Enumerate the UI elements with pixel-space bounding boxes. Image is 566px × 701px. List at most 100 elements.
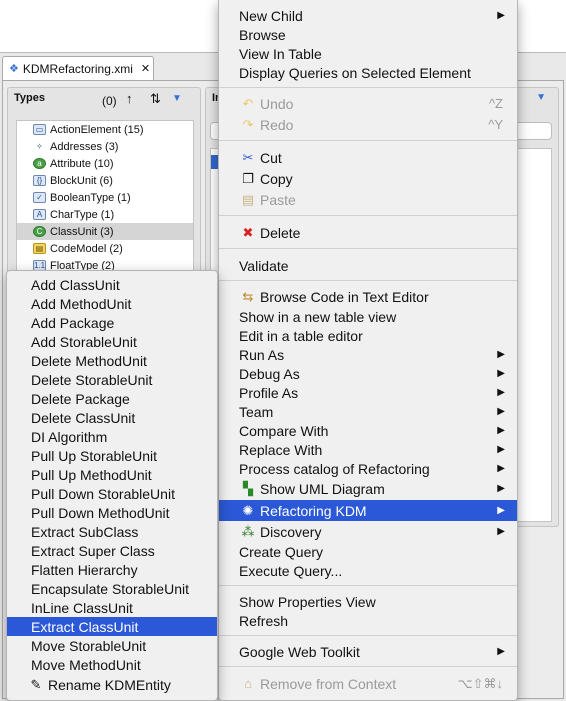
menu-item-browse[interactable]: Browse: [219, 25, 517, 44]
menu-separator: [219, 280, 517, 281]
undo-icon: ↶: [242, 95, 254, 111]
menu-item-label: Pull Up MethodUnit: [31, 466, 152, 483]
menu-item-profile-as[interactable]: Profile As ▶: [219, 383, 517, 402]
menu-item-browse-code[interactable]: ⇆ Browse Code in Text Editor: [219, 287, 517, 306]
menu-item-google-web-toolkit[interactable]: Google Web Toolkit ▶: [219, 642, 517, 661]
menu-item-refresh[interactable]: Refresh: [219, 611, 517, 630]
paste-icon: ▤: [241, 191, 255, 207]
submenu-item[interactable]: Add StorableUnit: [7, 332, 217, 351]
menu-item-label: Add Package: [31, 314, 115, 331]
submenu-item[interactable]: Encapsulate StorableUnit: [7, 579, 217, 598]
submenu-item-rename[interactable]: ✎ Rename KDMEntity: [7, 675, 217, 694]
submenu-item[interactable]: InLine ClassUnit: [7, 598, 217, 617]
menu-item-edit-table[interactable]: Edit in a table editor: [219, 326, 517, 345]
editor-tab[interactable]: ❖ KDMRefactoring.xmi ✕: [2, 56, 154, 80]
action-element-icon: ▭: [33, 124, 46, 135]
menu-item-new-child[interactable]: New Child ▶: [219, 6, 517, 25]
submenu-item[interactable]: DI Algorithm: [7, 427, 217, 446]
submenu-arrow-icon: ▶: [497, 483, 505, 494]
menu-item-refactoring-kdm[interactable]: ✺ Refactoring KDM ▶: [219, 500, 517, 521]
type-label: BooleanType (1): [50, 191, 131, 204]
refactoring-submenu: Add ClassUnit Add MethodUnit Add Package…: [6, 270, 218, 701]
menu-item-show-new-table[interactable]: Show in a new table view: [219, 307, 517, 326]
hierarchy-icon[interactable]: ⇅: [150, 91, 161, 107]
menu-item-view-in-table[interactable]: View In Table: [219, 44, 517, 63]
context-menu: New Child ▶ Browse View In Table Display …: [218, 0, 518, 701]
menu-item-team[interactable]: Team ▶: [219, 402, 517, 421]
view-menu-icon[interactable]: ▼: [536, 92, 546, 103]
rename-pencil-icon: ✎: [30, 676, 42, 692]
submenu-item[interactable]: Move MethodUnit: [7, 655, 217, 674]
block-unit-icon: {}: [33, 175, 46, 186]
menu-item-debug-as[interactable]: Debug As ▶: [219, 364, 517, 383]
close-icon[interactable]: ✕: [141, 62, 150, 75]
menu-item-compare-with[interactable]: Compare With ▶: [219, 421, 517, 440]
menu-item-label: Extract ClassUnit: [31, 618, 139, 635]
type-label: BlockUnit (6): [50, 174, 113, 187]
menu-item-label: Refactoring KDM: [260, 502, 367, 519]
submenu-item[interactable]: Move StorableUnit: [7, 636, 217, 655]
menu-item-create-query[interactable]: Create Query: [219, 542, 517, 561]
submenu-item[interactable]: Pull Up StorableUnit: [7, 446, 217, 465]
submenu-item[interactable]: Pull Down MethodUnit: [7, 503, 217, 522]
type-row[interactable]: {} BlockUnit (6): [17, 172, 193, 189]
menu-item-label: Execute Query...: [239, 562, 343, 579]
menu-item-label: InLine ClassUnit: [31, 599, 133, 616]
submenu-item[interactable]: Flatten Hierarchy: [7, 560, 217, 579]
menu-item-copy[interactable]: ❐ Copy: [219, 169, 517, 188]
menu-item-execute-query[interactable]: Execute Query...: [219, 561, 517, 580]
attribute-icon: a: [33, 158, 46, 169]
type-row[interactable]: A CharType (1): [17, 206, 193, 223]
menu-item-label: Extract SubClass: [31, 523, 139, 540]
menu-item-display-queries[interactable]: Display Queries on Selected Element: [219, 63, 517, 82]
menu-item-delete[interactable]: ✖ Delete: [219, 223, 517, 242]
submenu-item[interactable]: Delete ClassUnit: [7, 408, 217, 427]
type-row[interactable]: ✓ BooleanType (1): [17, 189, 193, 206]
menu-item-discovery[interactable]: ⁂ Discovery ▶: [219, 522, 517, 541]
type-row[interactable]: ▭ ActionElement (15): [17, 121, 193, 138]
menu-item-undo[interactable]: ↶ Undo ^Z: [219, 94, 517, 113]
menu-item-process-catalog[interactable]: Process catalog of Refactoring ▶: [219, 459, 517, 478]
menu-item-label: Extract Super Class: [31, 542, 155, 559]
submenu-item[interactable]: Add ClassUnit: [7, 275, 217, 294]
submenu-arrow-icon: ▶: [497, 406, 505, 417]
type-row[interactable]: ▤ CodeModel (2): [17, 240, 193, 257]
menu-item-paste[interactable]: ▤ Paste: [219, 190, 517, 209]
submenu-arrow-icon: ▶: [497, 387, 505, 398]
types-count: (0): [102, 94, 117, 108]
type-row[interactable]: a Attribute (10): [17, 155, 193, 172]
menu-item-show-uml[interactable]: ▚ Show UML Diagram ▶: [219, 479, 517, 498]
submenu-item[interactable]: Delete Package: [7, 389, 217, 408]
menu-separator: [219, 140, 517, 141]
type-row[interactable]: ✧ Addresses (3): [17, 138, 193, 155]
submenu-item[interactable]: Pull Up MethodUnit: [7, 465, 217, 484]
view-menu-icon[interactable]: ▼: [172, 93, 182, 104]
menu-item-redo[interactable]: ↷ Redo ^Y: [219, 115, 517, 134]
menu-item-label: View In Table: [239, 45, 322, 62]
submenu-item[interactable]: Add MethodUnit: [7, 294, 217, 313]
submenu-item[interactable]: Pull Down StorableUnit: [7, 484, 217, 503]
menu-item-validate[interactable]: Validate: [219, 256, 517, 275]
menu-item-show-properties[interactable]: Show Properties View: [219, 592, 517, 611]
menu-item-cut[interactable]: ✂ Cut: [219, 148, 517, 167]
shortcut-label: ^Z: [488, 96, 503, 111]
submenu-item[interactable]: Extract SubClass: [7, 522, 217, 541]
boolean-type-icon: ✓: [33, 192, 46, 203]
copy-icon: ❐: [242, 170, 254, 186]
menu-item-label: Flatten Hierarchy: [31, 561, 138, 578]
menu-item-remove-context[interactable]: ⌂ Remove from Context ⌥⇧⌘↓: [219, 674, 517, 693]
browse-code-icon: ⇆: [242, 288, 254, 304]
submenu-arrow-icon: ▶: [497, 444, 505, 455]
menu-item-replace-with[interactable]: Replace With ▶: [219, 440, 517, 459]
menu-item-label: Create Query: [239, 543, 324, 560]
menu-item-run-as[interactable]: Run As ▶: [219, 345, 517, 364]
submenu-item[interactable]: Extract Super Class: [7, 541, 217, 560]
submenu-item[interactable]: Add Package: [7, 313, 217, 332]
submenu-item[interactable]: Delete MethodUnit: [7, 351, 217, 370]
types-list: ▭ ActionElement (15) ✧ Addresses (3) a Attr…: [16, 120, 194, 280]
submenu-item-extract-classunit[interactable]: Extract ClassUnit: [7, 617, 217, 636]
type-label: Addresses (3): [50, 140, 119, 153]
arrow-up-icon[interactable]: ↑: [126, 91, 133, 106]
submenu-item[interactable]: Delete StorableUnit: [7, 370, 217, 389]
type-row[interactable]: C ClassUnit (3): [17, 223, 193, 240]
